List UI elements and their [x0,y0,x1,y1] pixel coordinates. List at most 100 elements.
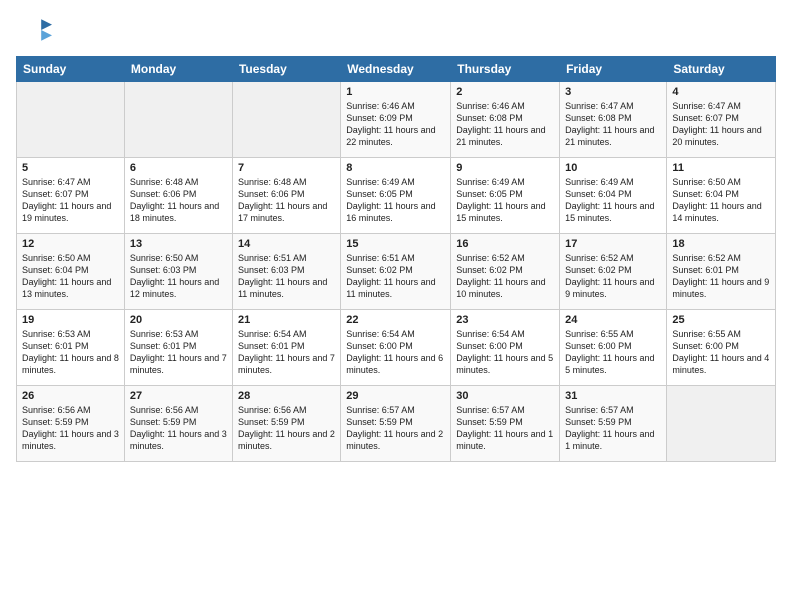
calendar-cell: 31 Sunrise: 6:57 AMSunset: 5:59 PMDayligh… [560,386,667,462]
day-number: 19 [22,314,119,326]
day-number: 14 [238,238,335,250]
day-number: 25 [672,314,770,326]
weekday-header-row: SundayMondayTuesdayWednesdayThursdayFrid… [17,57,776,82]
weekday-header-sunday: Sunday [17,57,125,82]
calendar-cell: 30 Sunrise: 6:57 AMSunset: 5:59 PMDayligh… [451,386,560,462]
page: SundayMondayTuesdayWednesdayThursdayFrid… [0,0,792,612]
day-info: Sunrise: 6:51 AMSunset: 6:02 PMDaylight:… [346,252,445,301]
calendar-cell: 3Sunrise: 6:47 AMSunset: 6:08 PMDaylight… [560,82,667,158]
calendar-cell: 21 Sunrise: 6:54 AMSunset: 6:01 PMDayligh… [232,310,340,386]
calendar-cell: 28 Sunrise: 6:56 AMSunset: 5:59 PMDayligh… [232,386,340,462]
day-number: 12 [22,238,119,250]
day-number: 30 [456,390,554,402]
calendar-week-1: 1 Sunrise: 6:46 AMSunset: 6:09 PMDaylight… [17,82,776,158]
day-info: Sunrise: 6:50 AMSunset: 6:04 PMDaylight:… [672,176,770,225]
weekday-header-tuesday: Tuesday [232,57,340,82]
day-info: Sunrise: 6:47 AMSunset: 6:07 PMDaylight:… [672,100,770,149]
day-number: 18 [672,238,770,250]
day-number: 8 [346,162,445,174]
day-number: 31 [565,390,661,402]
day-info: Sunrise: 6:54 AMSunset: 6:01 PMDaylight:… [238,328,335,377]
day-number: 2 [456,86,554,98]
calendar-cell [17,82,125,158]
weekday-header-monday: Monday [124,57,232,82]
day-info: Sunrise: 6:56 AMSunset: 5:59 PMDaylight:… [130,404,227,453]
day-info: Sunrise: 6:56 AMSunset: 5:59 PMDaylight:… [22,404,119,453]
day-info: Sunrise: 6:57 AMSunset: 5:59 PMDaylight:… [456,404,554,453]
day-info: Sunrise: 6:52 AMSunset: 6:02 PMDaylight:… [565,252,661,301]
calendar-week-2: 5Sunrise: 6:47 AMSunset: 6:07 PMDaylight… [17,158,776,234]
logo-area [16,12,56,48]
day-number: 13 [130,238,227,250]
day-number: 23 [456,314,554,326]
day-info: Sunrise: 6:55 AMSunset: 6:00 PMDaylight:… [565,328,661,377]
calendar-cell: 4 Sunrise: 6:47 AMSunset: 6:07 PMDaylight… [667,82,776,158]
general-blue-logo-icon [16,12,52,48]
calendar-cell: 22Sunrise: 6:54 AMSunset: 6:00 PMDayligh… [341,310,451,386]
header [16,12,776,48]
calendar-cell: 19 Sunrise: 6:53 AMSunset: 6:01 PMDayligh… [17,310,125,386]
day-info: Sunrise: 6:46 AMSunset: 6:09 PMDaylight:… [346,100,445,149]
calendar-week-4: 19 Sunrise: 6:53 AMSunset: 6:01 PMDayligh… [17,310,776,386]
day-info: Sunrise: 6:56 AMSunset: 5:59 PMDaylight:… [238,404,335,453]
day-number: 4 [672,86,770,98]
day-number: 21 [238,314,335,326]
day-number: 26 [22,390,119,402]
day-number: 6 [130,162,227,174]
calendar-cell: 7Sunrise: 6:48 AMSunset: 6:06 PMDaylight… [232,158,340,234]
day-info: Sunrise: 6:53 AMSunset: 6:01 PMDaylight:… [22,328,119,377]
day-number: 3 [565,86,661,98]
calendar-cell: 13 Sunrise: 6:50 AMSunset: 6:03 PMDayligh… [124,234,232,310]
day-number: 29 [346,390,445,402]
calendar-cell: 2 Sunrise: 6:46 AMSunset: 6:08 PMDaylight… [451,82,560,158]
day-info: Sunrise: 6:50 AMSunset: 6:03 PMDaylight:… [130,252,227,301]
calendar-cell: 18 Sunrise: 6:52 AMSunset: 6:01 PMDayligh… [667,234,776,310]
calendar-cell: 9 Sunrise: 6:49 AMSunset: 6:05 PMDaylight… [451,158,560,234]
calendar-cell: 6 Sunrise: 6:48 AMSunset: 6:06 PMDaylight… [124,158,232,234]
calendar-cell: 5Sunrise: 6:47 AMSunset: 6:07 PMDaylight… [17,158,125,234]
day-number: 9 [456,162,554,174]
calendar-cell: 17 Sunrise: 6:52 AMSunset: 6:02 PMDayligh… [560,234,667,310]
day-info: Sunrise: 6:53 AMSunset: 6:01 PMDaylight:… [130,328,227,377]
calendar-cell: 14 Sunrise: 6:51 AMSunset: 6:03 PMDayligh… [232,234,340,310]
day-number: 1 [346,86,445,98]
day-info: Sunrise: 6:55 AMSunset: 6:00 PMDaylight:… [672,328,770,377]
day-info: Sunrise: 6:49 AMSunset: 6:05 PMDaylight:… [346,176,445,225]
calendar-cell: 12 Sunrise: 6:50 AMSunset: 6:04 PMDayligh… [17,234,125,310]
day-info: Sunrise: 6:46 AMSunset: 6:08 PMDaylight:… [456,100,554,149]
day-info: Sunrise: 6:48 AMSunset: 6:06 PMDaylight:… [130,176,227,225]
calendar-cell: 1 Sunrise: 6:46 AMSunset: 6:09 PMDaylight… [341,82,451,158]
calendar-cell: 23 Sunrise: 6:54 AMSunset: 6:00 PMDayligh… [451,310,560,386]
calendar-week-3: 12 Sunrise: 6:50 AMSunset: 6:04 PMDayligh… [17,234,776,310]
calendar-week-5: 26 Sunrise: 6:56 AMSunset: 5:59 PMDayligh… [17,386,776,462]
day-number: 11 [672,162,770,174]
calendar-cell [232,82,340,158]
calendar-cell [124,82,232,158]
calendar-cell [667,386,776,462]
calendar-cell: 20Sunrise: 6:53 AMSunset: 6:01 PMDayligh… [124,310,232,386]
day-info: Sunrise: 6:54 AMSunset: 6:00 PMDaylight:… [456,328,554,377]
weekday-header-thursday: Thursday [451,57,560,82]
day-info: Sunrise: 6:51 AMSunset: 6:03 PMDaylight:… [238,252,335,301]
day-number: 7 [238,162,335,174]
day-info: Sunrise: 6:54 AMSunset: 6:00 PMDaylight:… [346,328,445,377]
day-info: Sunrise: 6:57 AMSunset: 5:59 PMDaylight:… [565,404,661,453]
day-number: 15 [346,238,445,250]
day-number: 17 [565,238,661,250]
day-number: 10 [565,162,661,174]
day-number: 28 [238,390,335,402]
calendar-cell: 29Sunrise: 6:57 AMSunset: 5:59 PMDayligh… [341,386,451,462]
day-info: Sunrise: 6:49 AMSunset: 6:04 PMDaylight:… [565,176,661,225]
day-info: Sunrise: 6:52 AMSunset: 6:01 PMDaylight:… [672,252,770,301]
weekday-header-friday: Friday [560,57,667,82]
weekday-header-wednesday: Wednesday [341,57,451,82]
calendar-cell: 27Sunrise: 6:56 AMSunset: 5:59 PMDayligh… [124,386,232,462]
day-info: Sunrise: 6:52 AMSunset: 6:02 PMDaylight:… [456,252,554,301]
calendar-cell: 11 Sunrise: 6:50 AMSunset: 6:04 PMDayligh… [667,158,776,234]
day-info: Sunrise: 6:49 AMSunset: 6:05 PMDaylight:… [456,176,554,225]
calendar-cell: 10 Sunrise: 6:49 AMSunset: 6:04 PMDayligh… [560,158,667,234]
day-info: Sunrise: 6:50 AMSunset: 6:04 PMDaylight:… [22,252,119,301]
day-number: 24 [565,314,661,326]
day-info: Sunrise: 6:47 AMSunset: 6:07 PMDaylight:… [22,176,119,225]
calendar-cell: 15 Sunrise: 6:51 AMSunset: 6:02 PMDayligh… [341,234,451,310]
